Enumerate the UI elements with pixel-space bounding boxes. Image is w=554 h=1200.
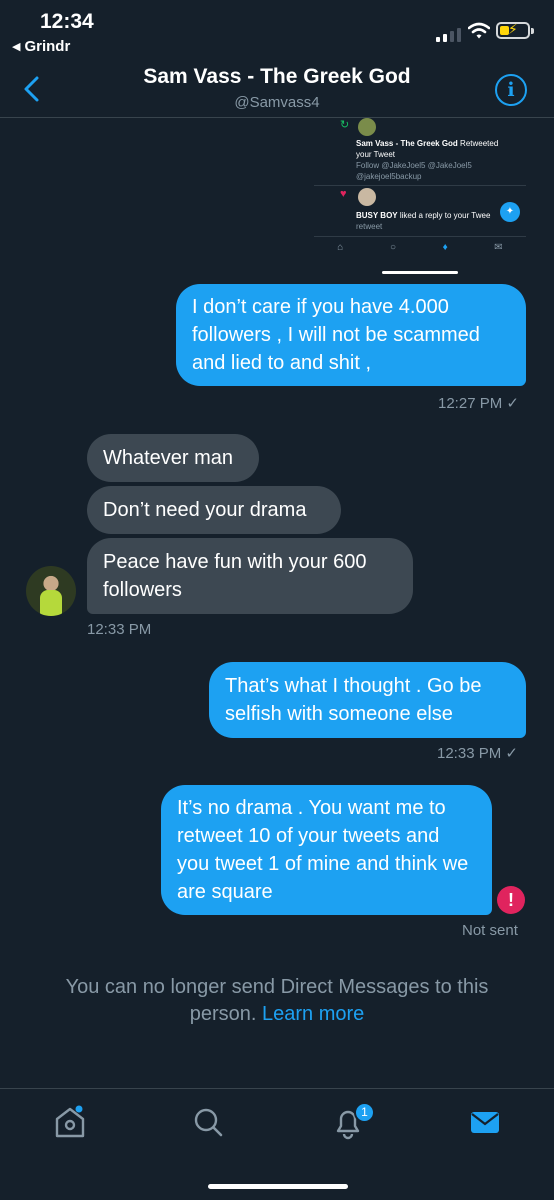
search-icon: ○ (389, 242, 396, 253)
dm-blocked-notice: You can no longer send Direct Messages t… (30, 974, 524, 1028)
embedded-screenshot-image[interactable]: ↻ Sam Vass - The Greek God Retweeted you… (314, 118, 526, 278)
compose-icon: ✦ (500, 202, 520, 222)
message-sent[interactable]: That’s what I thought . Go be selfish wi… (209, 662, 526, 738)
home-icon: ⌂ (337, 242, 344, 253)
notif-name: Sam Vass - The Greek God (356, 139, 458, 148)
back-to-app-link[interactable]: ◀ Grindr (12, 38, 70, 55)
embedded-tabbar: ⌂ ○ ♦ ✉ (314, 236, 526, 258)
sender-avatar[interactable] (26, 566, 76, 616)
message-timestamp: 12:27 PM ✓ (438, 395, 519, 412)
embedded-retweet-notification: ↻ Sam Vass - The Greek God Retweeted you… (314, 118, 526, 186)
clock: 12:34 (40, 10, 94, 33)
notifications-badge: 1 (354, 1102, 375, 1123)
message-sent[interactable]: I don’t care if you have 4.000 followers… (176, 284, 526, 386)
not-sent-label: Not sent (462, 922, 518, 939)
embedded-like-notification: ♥ BUSY BOY liked a reply to your Twee re… (314, 186, 526, 232)
search-icon[interactable] (190, 1104, 226, 1140)
retweet-icon: ↻ (340, 119, 350, 131)
conversation-header: Sam Vass - The Greek God @Samvass4 i (0, 60, 554, 118)
notif-subtext: @jakejoel5backup (356, 172, 422, 181)
error-icon[interactable]: ! (497, 886, 525, 914)
bell-icon: ♦ (442, 242, 448, 253)
conversation-title: Sam Vass - The Greek God (143, 65, 411, 88)
message-sent-failed[interactable]: It’s no drama . You want me to retweet 1… (161, 785, 492, 915)
conversation-handle: @Samvass4 (234, 94, 320, 111)
message-received[interactable]: Whatever man (87, 434, 259, 482)
info-icon[interactable]: i (495, 74, 527, 106)
notif-name: BUSY BOY (356, 211, 398, 220)
messages-icon[interactable] (467, 1104, 503, 1140)
notif-subtext: Follow @JakeJoel5 @JakeJoel5 (356, 161, 472, 170)
home-icon[interactable] (52, 1104, 88, 1140)
battery-icon: ⚡ (496, 21, 534, 39)
home-indicator (208, 1184, 348, 1189)
back-app-label: Grindr (24, 38, 71, 55)
home-indicator (382, 271, 458, 274)
message-timestamp: 12:33 PM ✓ (437, 745, 518, 762)
wifi-icon (468, 22, 490, 39)
avatar (358, 118, 376, 136)
back-triangle-icon: ◀ (12, 41, 21, 53)
avatar (358, 188, 376, 206)
notif-subtext: retweet (356, 222, 383, 231)
message-timestamp: 12:33 PM (87, 621, 152, 638)
cellular-signal-icon (436, 26, 461, 42)
status-bar: 12:34 ◀ Grindr ⚡ (0, 0, 554, 60)
heart-icon: ♥ (340, 188, 347, 200)
message-received[interactable]: Don’t need your drama (87, 486, 341, 534)
mail-icon: ✉ (494, 242, 503, 253)
learn-more-link[interactable]: Learn more (262, 1003, 364, 1025)
message-received[interactable]: Peace have fun with your 600 followers (87, 538, 413, 614)
notif-action: liked a reply to your Twee (397, 211, 491, 220)
